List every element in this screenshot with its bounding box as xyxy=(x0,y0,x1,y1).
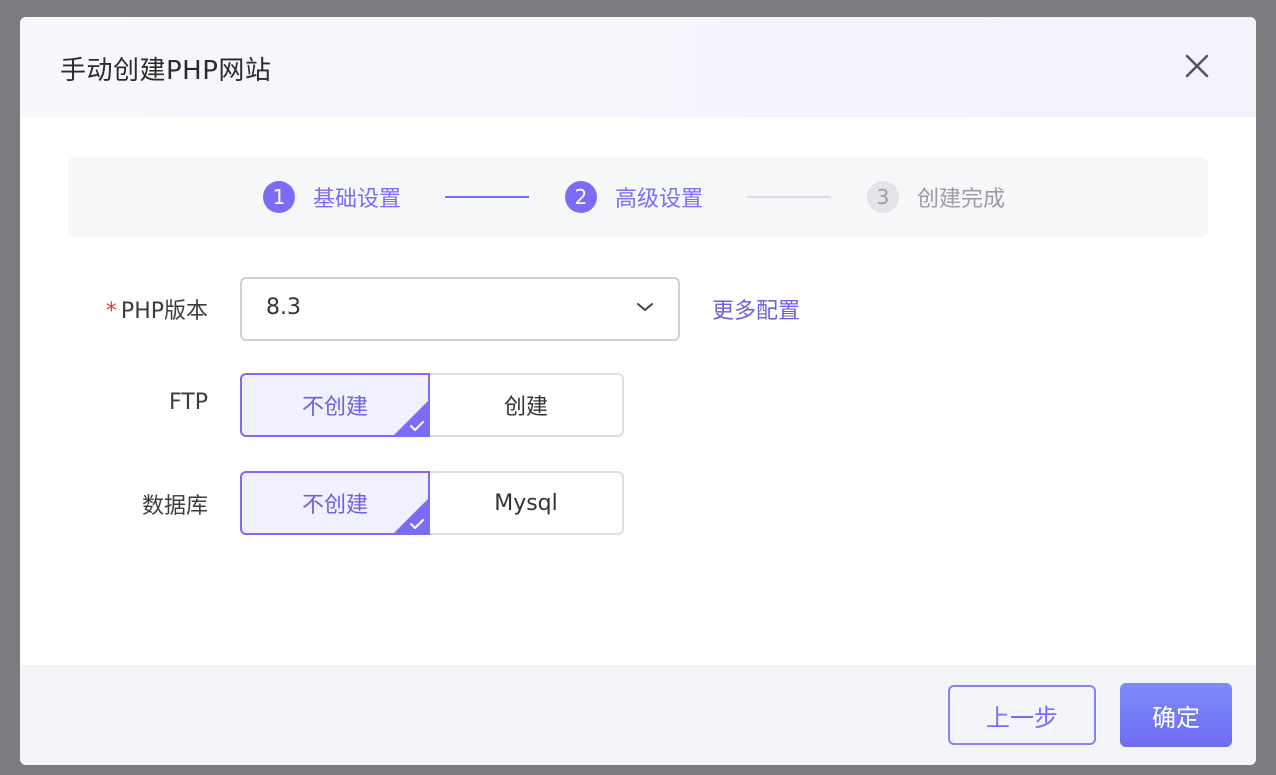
create-php-site-dialog: 手动创建PHP网站 1 基础设置 2 高级设置 3 创建完成 * PHP版本 8.… xyxy=(20,17,1256,765)
check-icon xyxy=(410,421,424,431)
close-icon xyxy=(1185,54,1209,78)
step-1-label: 基础设置 xyxy=(313,187,402,212)
ftp-option-create[interactable]: 创建 xyxy=(430,373,624,437)
database-option-mysql[interactable]: Mysql xyxy=(430,471,624,535)
php-version-label: * PHP版本 xyxy=(106,293,208,325)
previous-step-button[interactable]: 上一步 xyxy=(948,685,1096,745)
step-2-number: 2 xyxy=(565,181,597,213)
confirm-button[interactable]: 确定 xyxy=(1120,683,1232,747)
dialog-footer: 上一步 确定 xyxy=(20,665,1256,765)
chevron-down-icon xyxy=(637,303,653,311)
step-connector-1 xyxy=(445,196,529,198)
more-config-link[interactable]: 更多配置 xyxy=(712,293,800,325)
ftp-segmented: 不创建 创建 xyxy=(240,373,624,437)
php-version-label-text: PHP版本 xyxy=(120,299,208,324)
ftp-option-none-label: 不创建 xyxy=(301,395,368,420)
step-1-number: 1 xyxy=(263,181,295,213)
step-connector-2 xyxy=(747,196,831,198)
ftp-option-none[interactable]: 不创建 xyxy=(240,373,430,437)
dialog-title: 手动创建PHP网站 xyxy=(60,56,272,86)
step-3-label: 创建完成 xyxy=(917,187,1006,212)
ftp-option-create-label: 创建 xyxy=(503,395,548,420)
php-version-value: 8.3 xyxy=(266,295,301,320)
database-label: 数据库 xyxy=(141,494,208,519)
step-2-label: 高级设置 xyxy=(615,187,704,212)
required-mark: * xyxy=(105,299,117,324)
ftp-label: FTP xyxy=(169,390,208,415)
step-2: 2 高级设置 xyxy=(565,181,703,213)
php-version-select[interactable]: 8.3 xyxy=(240,277,680,341)
database-segmented: 不创建 Mysql xyxy=(240,471,624,535)
close-button[interactable] xyxy=(1182,51,1212,81)
steps-bar: 1 基础设置 2 高级设置 3 创建完成 xyxy=(68,157,1208,237)
database-option-mysql-label: Mysql xyxy=(494,490,558,516)
database-option-none[interactable]: 不创建 xyxy=(240,471,430,535)
check-icon xyxy=(410,519,424,529)
step-3-number: 3 xyxy=(867,181,899,213)
step-1: 1 基础设置 xyxy=(263,181,401,213)
step-3: 3 创建完成 xyxy=(867,181,1005,213)
database-option-none-label: 不创建 xyxy=(301,493,368,518)
dialog-header: 手动创建PHP网站 xyxy=(20,17,1256,117)
